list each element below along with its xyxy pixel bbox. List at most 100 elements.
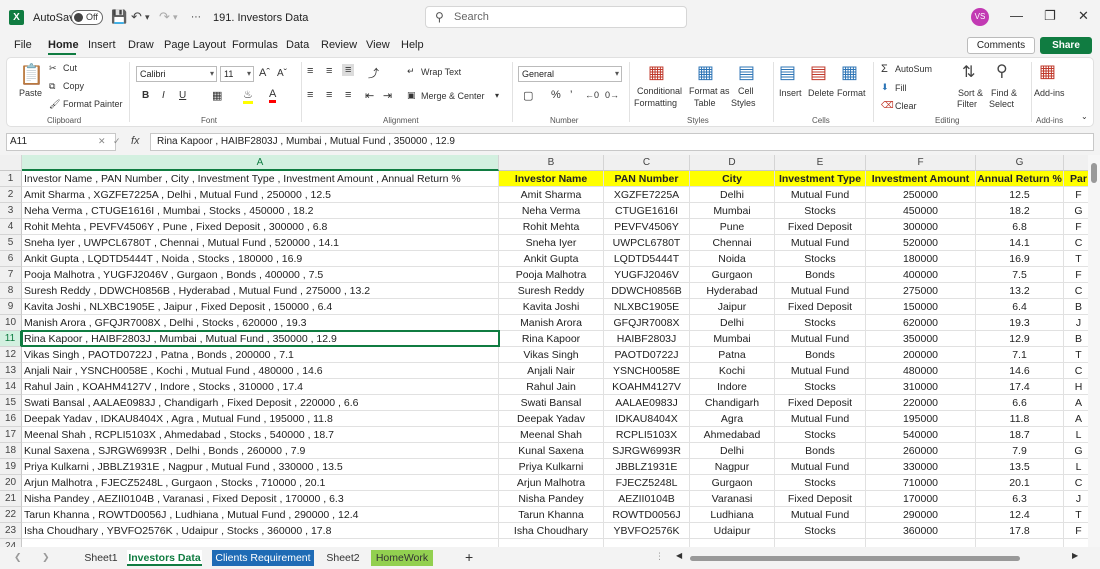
- column-header[interactable]: F: [866, 155, 976, 171]
- format-cells-icon[interactable]: ▦: [841, 62, 858, 83]
- table-cell[interactable]: YBVFO2576K: [604, 523, 690, 539]
- row-header[interactable]: 20: [0, 475, 22, 491]
- format-cells-button[interactable]: Format: [837, 88, 866, 98]
- row-header[interactable]: 16: [0, 411, 22, 427]
- cut-button[interactable]: Cut: [63, 63, 77, 73]
- align-right-icon[interactable]: ≡: [345, 89, 351, 101]
- percent-icon[interactable]: %: [551, 89, 561, 101]
- table-cell[interactable]: [775, 539, 866, 547]
- table-cell[interactable]: Meenal Shah: [499, 427, 604, 443]
- table-cell[interactable]: 350000: [866, 331, 976, 347]
- table-cell[interactable]: Mutual Fund: [775, 363, 866, 379]
- table-cell[interactable]: LQDTD5444T: [604, 251, 690, 267]
- table-cell[interactable]: Meenal Shah , RCPLI5103X , Ahmedabad , S…: [22, 427, 499, 443]
- add-sheet-icon[interactable]: +: [465, 549, 473, 565]
- table-cell[interactable]: A: [1064, 411, 1088, 427]
- table-cell[interactable]: Kavita Joshi: [499, 299, 604, 315]
- row-header[interactable]: 18: [0, 443, 22, 459]
- table-cell[interactable]: Fixed Deposit: [775, 491, 866, 507]
- header-cell[interactable]: PAN Number: [604, 171, 690, 187]
- table-cell[interactable]: UWPCL6780T: [604, 235, 690, 251]
- share-button[interactable]: Share: [1040, 37, 1092, 54]
- row-header[interactable]: 1: [0, 171, 22, 187]
- orientation-icon[interactable]: ⤴: [368, 65, 379, 81]
- table-cell[interactable]: YUGFJ2046V: [604, 267, 690, 283]
- redo-icon[interactable]: ↷: [159, 9, 170, 25]
- cut-icon[interactable]: ✂: [49, 63, 57, 74]
- table-cell[interactable]: F: [1064, 219, 1088, 235]
- insert-cells-icon[interactable]: ▤: [779, 62, 796, 83]
- increase-indent-icon[interactable]: ⇥: [383, 89, 392, 102]
- fill-color-icon[interactable]: ♨: [243, 88, 253, 104]
- table-cell[interactable]: Anjali Nair: [499, 363, 604, 379]
- row-header[interactable]: 3: [0, 203, 22, 219]
- table-cell[interactable]: 12.5: [976, 187, 1064, 203]
- customize-toolbar-icon[interactable]: ⋯: [191, 12, 201, 23]
- cell-styles-button[interactable]: Cell: [738, 86, 754, 96]
- menu-help[interactable]: Help: [401, 39, 424, 51]
- table-cell[interactable]: Vikas Singh: [499, 347, 604, 363]
- sort-filter-icon[interactable]: ⇅: [962, 62, 975, 82]
- insert-function-icon[interactable]: fx: [131, 135, 140, 147]
- table-cell[interactable]: Nisha Pandey , AEZII0104B , Varanasi , F…: [22, 491, 499, 507]
- table-cell[interactable]: Agra: [690, 411, 775, 427]
- table-cell[interactable]: Noida: [690, 251, 775, 267]
- autosum-button[interactable]: AutoSum: [895, 64, 932, 74]
- conditional-formatting-button[interactable]: Conditional: [637, 86, 682, 96]
- table-cell[interactable]: Mumbai: [690, 203, 775, 219]
- table-cell[interactable]: 290000: [866, 507, 976, 523]
- table-cell[interactable]: Delhi: [690, 187, 775, 203]
- table-cell[interactable]: PAOTD0722J: [604, 347, 690, 363]
- table-cell[interactable]: 7.1: [976, 347, 1064, 363]
- align-center-icon[interactable]: ≡: [326, 89, 332, 101]
- table-cell[interactable]: Kavita Joshi , NLXBC1905E , Jaipur , Fix…: [22, 299, 499, 315]
- row-header[interactable]: 15: [0, 395, 22, 411]
- currency-icon[interactable]: ▢: [523, 89, 533, 102]
- user-avatar[interactable]: VS: [971, 8, 989, 26]
- table-cell[interactable]: [976, 539, 1064, 547]
- tab-sheet1[interactable]: Sheet1: [84, 550, 118, 566]
- table-cell[interactable]: GFQJR7008X: [604, 315, 690, 331]
- autosave-toggle[interactable]: Off: [71, 10, 103, 25]
- row-header[interactable]: 21: [0, 491, 22, 507]
- table-cell[interactable]: Mutual Fund: [775, 235, 866, 251]
- table-cell[interactable]: C: [1064, 363, 1088, 379]
- shrink-font-icon[interactable]: Aˇ: [277, 68, 287, 79]
- table-cell[interactable]: Mumbai: [690, 331, 775, 347]
- align-middle-icon[interactable]: ≡: [326, 65, 332, 77]
- table-cell[interactable]: Bonds: [775, 267, 866, 283]
- column-header[interactable]: A: [22, 155, 499, 171]
- table-cell[interactable]: Stocks: [775, 475, 866, 491]
- merge-center-button[interactable]: Merge & Center: [421, 91, 485, 101]
- font-name-select[interactable]: Calibri ▾: [136, 66, 217, 82]
- table-cell[interactable]: Chennai: [690, 235, 775, 251]
- table-cell[interactable]: Rahul Jain: [499, 379, 604, 395]
- copy-button[interactable]: Copy: [63, 81, 84, 91]
- align-top-icon[interactable]: ≡: [307, 65, 313, 77]
- table-cell[interactable]: Neha Verma , CTUGE1616I , Mumbai , Stock…: [22, 203, 499, 219]
- table-cell[interactable]: Tarun Khanna , ROWTD0056J , Ludhiana , M…: [22, 507, 499, 523]
- row-header[interactable]: 13: [0, 363, 22, 379]
- font-size-select[interactable]: 11 ▾: [220, 66, 254, 82]
- borders-icon[interactable]: ▦: [212, 89, 222, 102]
- addins-icon[interactable]: ▦: [1039, 61, 1056, 82]
- table-cell[interactable]: Mutual Fund: [775, 459, 866, 475]
- paste-icon[interactable]: 📋: [19, 62, 44, 87]
- table-cell[interactable]: Sneha Iyer: [499, 235, 604, 251]
- table-cell[interactable]: F: [1064, 267, 1088, 283]
- decrease-decimal-icon[interactable]: 0→: [605, 90, 619, 100]
- table-cell[interactable]: 330000: [866, 459, 976, 475]
- table-cell[interactable]: Suresh Reddy , DDWCH0856B , Hyderabad , …: [22, 283, 499, 299]
- menu-file[interactable]: File: [14, 39, 32, 51]
- delete-cells-icon[interactable]: ▤: [810, 62, 827, 83]
- formula-input[interactable]: Rina Kapoor , HAIBF2803J , Mumbai , Mutu…: [150, 133, 1094, 151]
- insert-cells-button[interactable]: Insert: [779, 88, 802, 98]
- horizontal-scrollbar[interactable]: ◀ ▶: [676, 551, 1080, 563]
- row-header[interactable]: 7: [0, 267, 22, 283]
- table-cell[interactable]: Hyderabad: [690, 283, 775, 299]
- table-cell[interactable]: 220000: [866, 395, 976, 411]
- table-cell[interactable]: IDKAU8404X: [604, 411, 690, 427]
- save-icon[interactable]: 💾: [111, 9, 127, 25]
- format-painter-button[interactable]: Format Painter: [63, 99, 123, 109]
- undo-icon[interactable]: ↶: [131, 9, 142, 25]
